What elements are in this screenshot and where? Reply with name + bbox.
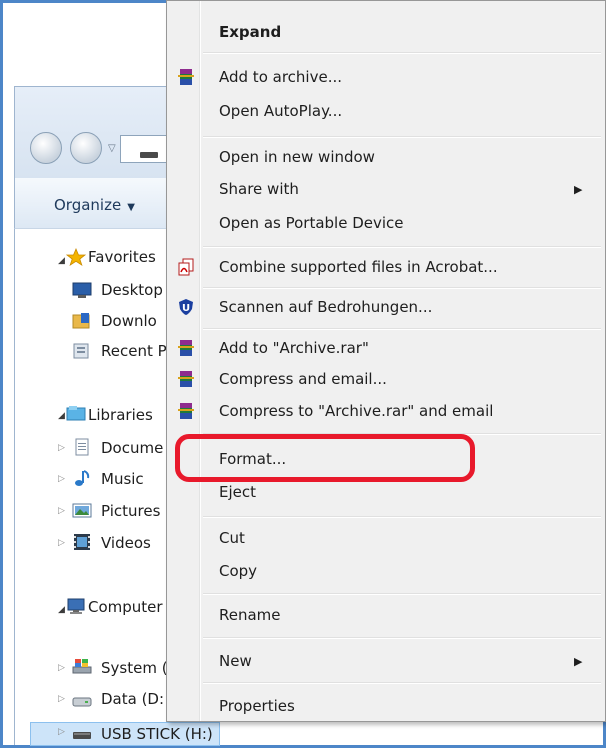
winrar-icon <box>178 403 194 419</box>
winrar-icon <box>178 340 194 356</box>
hard-drive-icon <box>72 697 92 707</box>
menu-item-cut[interactable]: Cut <box>219 525 245 551</box>
svg-text:U: U <box>182 303 190 314</box>
tree-item-documents[interactable]: Docume <box>101 437 163 459</box>
format-highlight-annotation <box>175 434 475 482</box>
tree-item-data-drive[interactable]: Data (D: <box>101 688 164 710</box>
menu-item-compress-to-archive-and-email[interactable]: Compress to "Archive.rar" and email <box>219 398 493 424</box>
tree-item-music[interactable]: Music <box>101 468 144 490</box>
back-button[interactable] <box>30 132 62 164</box>
organize-button[interactable]: Organize ▼ <box>54 196 135 214</box>
star-icon <box>66 248 86 266</box>
menu-item-share-with[interactable]: Share with <box>219 176 299 202</box>
acrobat-icon <box>178 258 194 276</box>
expand-arrow-icon[interactable]: ◢ <box>58 411 65 421</box>
menu-item-scan-for-threats[interactable]: Scannen auf Bedrohungen... <box>219 294 432 320</box>
menu-separator <box>203 136 601 138</box>
collapse-arrow-icon[interactable]: ▷ <box>58 727 65 737</box>
collapse-arrow-icon[interactable]: ▷ <box>58 663 65 673</box>
menu-item-add-to-archive[interactable]: Add to archive... <box>219 64 342 90</box>
pictures-icon <box>72 503 92 518</box>
context-menu: Expand Add to archive... Open AutoPlay..… <box>166 0 606 722</box>
collapse-arrow-icon[interactable]: ▷ <box>58 474 65 484</box>
menu-item-open-as-portable-device[interactable]: Open as Portable Device <box>219 210 404 236</box>
menu-item-copy[interactable]: Copy <box>219 558 257 584</box>
menu-item-open-in-new-window[interactable]: Open in new window <box>219 144 375 170</box>
tree-item-libraries[interactable]: Libraries <box>88 404 153 426</box>
system-drive-icon <box>72 659 92 674</box>
submenu-arrow-icon: ▶ <box>574 655 583 668</box>
menu-separator <box>203 516 601 518</box>
desktop-icon <box>72 282 92 298</box>
recent-places-icon <box>73 343 89 359</box>
tree-item-computer[interactable]: Computer <box>88 596 163 618</box>
drive-icon <box>140 152 158 158</box>
winrar-icon <box>178 371 194 387</box>
menu-item-new[interactable]: New <box>219 648 252 674</box>
collapse-arrow-icon[interactable]: ▷ <box>58 694 65 704</box>
menu-separator <box>203 246 601 248</box>
menu-separator <box>203 682 601 684</box>
tree-item-usb-stick[interactable]: USB STICK (H:) <box>101 723 213 745</box>
menu-separator <box>203 328 601 330</box>
menu-separator <box>203 637 601 639</box>
organize-label: Organize <box>54 196 122 214</box>
submenu-arrow-icon: ▶ <box>574 183 583 196</box>
collapse-arrow-icon[interactable]: ▷ <box>58 443 65 453</box>
computer-icon <box>67 598 85 614</box>
tree-item-videos[interactable]: Videos <box>101 532 151 554</box>
menu-item-combine-in-acrobat[interactable]: Combine supported files in Acrobat... <box>219 254 498 280</box>
menu-separator <box>203 52 601 54</box>
downloads-folder-icon <box>72 313 90 329</box>
menu-separator <box>203 287 601 289</box>
tree-item-favorites[interactable]: Favorites <box>88 246 156 268</box>
tree-item-desktop[interactable]: Desktop <box>101 279 163 301</box>
documents-icon <box>75 438 89 456</box>
collapse-arrow-icon[interactable]: ▷ <box>58 538 65 548</box>
videos-icon <box>74 534 90 550</box>
chevron-down-icon: ▼ <box>127 202 135 213</box>
music-icon <box>75 470 90 486</box>
menu-item-properties[interactable]: Properties <box>219 693 295 719</box>
tree-item-pictures[interactable]: Pictures <box>101 500 160 522</box>
menu-item-expand[interactable]: Expand <box>219 19 281 45</box>
tree-item-system-drive[interactable]: System ( <box>101 657 168 679</box>
expand-arrow-icon[interactable]: ◢ <box>58 256 65 266</box>
menu-item-rename[interactable]: Rename <box>219 602 281 628</box>
recent-pages-dropdown-icon[interactable]: ▽ <box>108 143 116 154</box>
collapse-arrow-icon[interactable]: ▷ <box>58 506 65 516</box>
winrar-icon <box>178 69 194 85</box>
menu-item-eject[interactable]: Eject <box>219 479 256 505</box>
menu-item-add-to-archive-rar[interactable]: Add to "Archive.rar" <box>219 335 369 361</box>
forward-button[interactable] <box>70 132 102 164</box>
antivirus-shield-icon: U <box>179 299 193 315</box>
libraries-icon <box>66 406 86 421</box>
menu-separator <box>203 593 601 595</box>
tree-item-downloads[interactable]: Downlo <box>101 310 157 332</box>
expand-arrow-icon[interactable]: ◢ <box>58 605 65 615</box>
menu-item-compress-and-email[interactable]: Compress and email... <box>219 366 387 392</box>
menu-item-open-autoplay[interactable]: Open AutoPlay... <box>219 98 342 124</box>
usb-drive-icon <box>73 732 91 739</box>
tree-item-recent-places[interactable]: Recent P <box>101 340 167 362</box>
menu-icon-gutter <box>199 1 201 721</box>
